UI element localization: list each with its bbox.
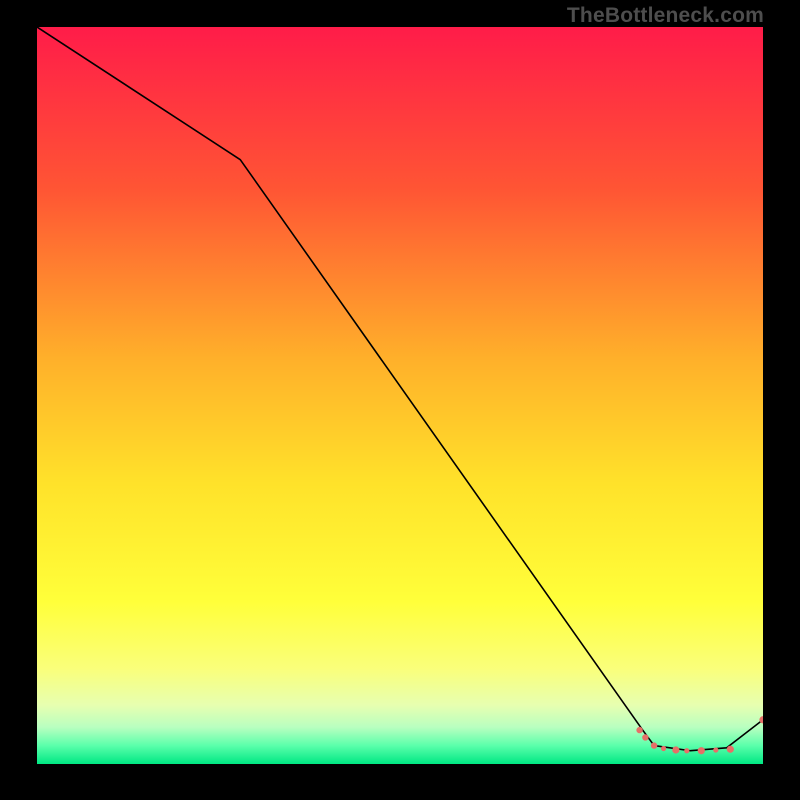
watermark-text: TheBottleneck.com [567, 4, 764, 28]
data-point [672, 746, 679, 753]
gradient-rect [37, 27, 763, 764]
plot-area [37, 27, 763, 764]
data-point [684, 748, 689, 753]
data-point [642, 734, 648, 740]
data-point [713, 747, 718, 752]
chart-container: TheBottleneck.com [0, 0, 800, 800]
data-point [651, 742, 657, 748]
plot-svg [37, 27, 763, 764]
data-point [698, 747, 705, 754]
data-point [636, 727, 642, 733]
data-point [727, 746, 734, 753]
data-point [661, 746, 666, 751]
